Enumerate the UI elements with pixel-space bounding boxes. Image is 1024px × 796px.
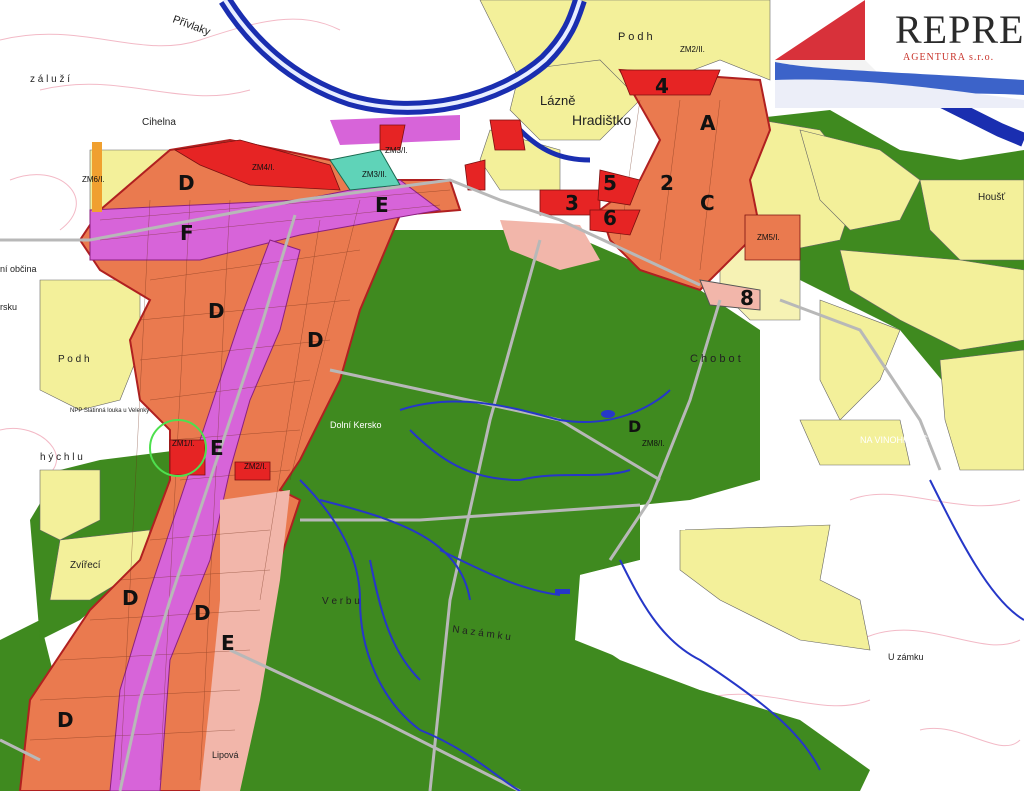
zone-letter: D [57, 708, 74, 732]
zm-label: ZM8/I. [642, 439, 665, 448]
place-label: Zvířecí [70, 560, 101, 571]
zone-letter: E [210, 436, 224, 460]
place-label: NA VINOHRADĚ [860, 435, 928, 445]
zone-letter: E [375, 193, 389, 217]
zone-letter: F [180, 221, 194, 245]
zone-letter: 8 [740, 286, 754, 310]
zone-letter: 6 [603, 206, 617, 230]
zone-letter: D [307, 328, 324, 352]
zone-letter: 2 [660, 171, 674, 195]
place-label: Hradištko [572, 112, 631, 128]
zone-letter: D [628, 417, 641, 436]
land-use-map[interactable]: D E F D D E D D E D A 2 3 4 5 6 C 8 D ZM… [0, 0, 1024, 793]
place-label: U zámku [888, 652, 924, 662]
zm-label: ZM6/I. [82, 175, 105, 184]
logo-sub-text: AGENTURA s.r.o. [903, 52, 995, 63]
place-label: P o d h [618, 31, 653, 43]
place-label: NPP Slatinná louka u Velenky [70, 408, 149, 414]
place-label: h ý c h l u [40, 452, 83, 463]
place-label: ní občina [0, 264, 37, 274]
zone-letter: C [700, 191, 715, 215]
place-label: V e r b u [322, 596, 360, 607]
place-label: Dolní Kersko [330, 420, 382, 430]
place-label: z á l u ž í [30, 74, 70, 85]
place-label: Houšť [978, 192, 1005, 203]
zone-letter: 4 [655, 74, 669, 98]
zm-label: ZM2/I. [244, 462, 267, 471]
zone-letter: D [194, 601, 211, 625]
place-label: Cihelna [142, 117, 176, 128]
zm-label: ZM3/I. [385, 146, 408, 155]
zm-label: ZM5/I. [757, 233, 780, 242]
zone-letter: D [208, 299, 225, 323]
place-label: C h o b o t [690, 353, 741, 365]
zm-label: ZM2/II. [680, 45, 705, 54]
zone-letter: D [122, 586, 139, 610]
zone-letter: E [221, 631, 235, 655]
logo-brand-text: REPRE [895, 7, 1024, 52]
agency-logo: REPRE AGENTURA s.r.o. [775, 0, 1024, 108]
zm-label: ZM4/I. [252, 163, 275, 172]
place-label: Lázně [540, 93, 575, 108]
zone-letter: 3 [565, 191, 579, 215]
zone-letter: D [178, 171, 195, 195]
place-label: P o d h [58, 354, 90, 365]
place-label: rsku [0, 302, 17, 312]
place-label: Tälerova [935, 135, 967, 144]
place-label: Lipová [212, 750, 239, 760]
zm-label: ZM1/I. [172, 439, 195, 448]
zone-letter: A [700, 111, 716, 135]
zm-label: ZM3/II. [362, 170, 387, 179]
zone-letter: 5 [603, 171, 617, 195]
